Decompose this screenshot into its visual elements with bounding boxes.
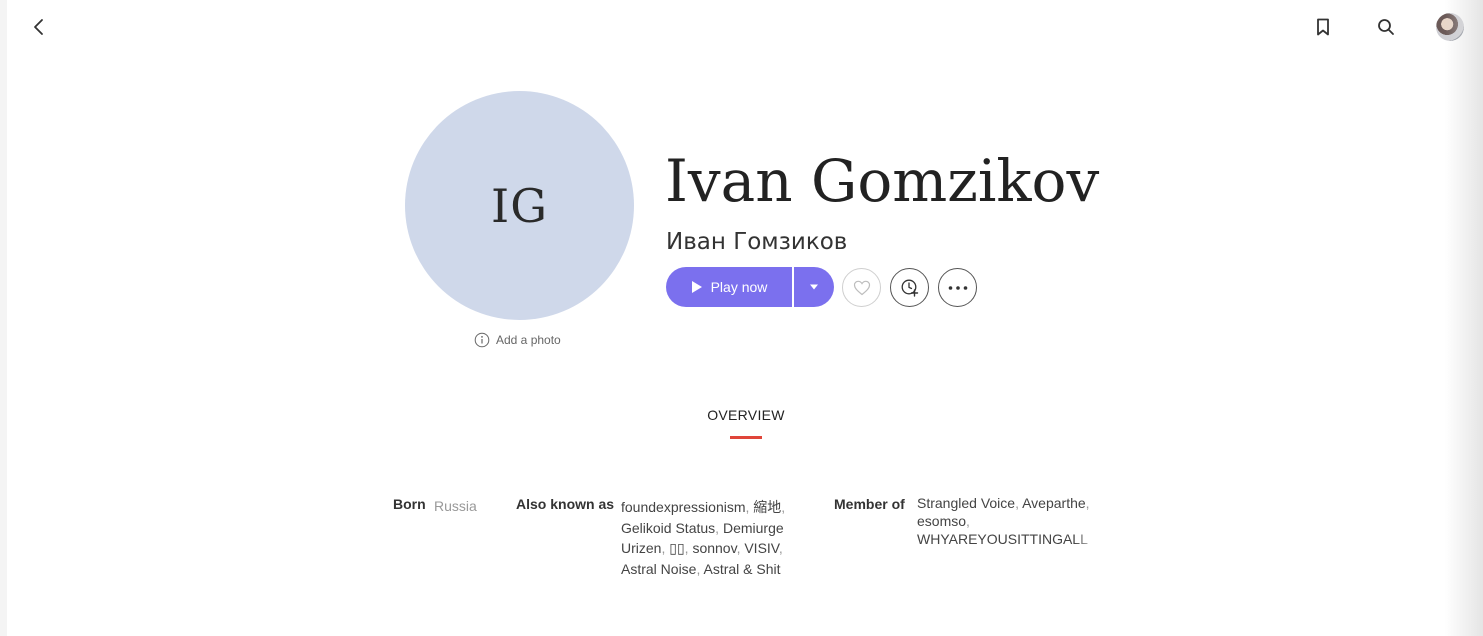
group-link[interactable]: WHYAREYOUSITTINGALL (917, 531, 1088, 547)
add-to-queue-button[interactable] (890, 268, 929, 307)
more-horizontal-icon (948, 285, 967, 290)
aka-link[interactable]: Gelikoid Status (621, 520, 715, 536)
search-icon (1378, 19, 1394, 35)
group-link[interactable]: Strangled Voice (917, 495, 1015, 511)
chevron-left-icon (34, 19, 43, 35)
text-fade-overlay (1074, 530, 1100, 550)
add-photo-label: Add a photo (496, 333, 561, 347)
back-button[interactable] (26, 14, 52, 40)
artist-avatar: IG (405, 91, 634, 320)
bookmark-icon (1317, 18, 1329, 36)
aka-link[interactable]: ▯▯ (669, 540, 684, 556)
tab-overview[interactable]: OVERVIEW (696, 407, 796, 441)
left-edge (0, 0, 7, 636)
bookmark-button[interactable] (1310, 14, 1336, 40)
aka-link[interactable]: Astral Noise (621, 561, 696, 577)
aka-link[interactable]: 縮地 (753, 499, 781, 515)
favorite-button[interactable] (842, 268, 881, 307)
play-now-button[interactable]: Play now (666, 267, 792, 307)
aka-link[interactable]: Astral & Shit (703, 561, 780, 577)
artist-initials: IG (491, 178, 548, 233)
member-of-values: Strangled Voice, Aveparthe, esomso, WHYA… (917, 495, 1090, 547)
aka-link[interactable]: sonnov (692, 540, 736, 556)
info-icon (474, 332, 490, 348)
aka-values: foundexpressionism, 縮地, Gelikoid Status,… (621, 499, 786, 577)
more-options-button[interactable] (938, 268, 977, 307)
aka-link[interactable]: VISIV (744, 540, 779, 556)
artist-page: IG Add a photo Ivan Gomzikov Иван Гомзик… (0, 0, 1483, 636)
born-label: Born (393, 496, 426, 512)
member-of-label: Member of (834, 496, 905, 512)
aka-link[interactable]: foundexpressionism (621, 499, 746, 515)
aka-label: Also known as (516, 496, 615, 512)
group-link[interactable]: esomso (917, 513, 966, 529)
born-value: Russia (434, 498, 477, 514)
play-icon (691, 281, 702, 293)
play-options-button[interactable] (794, 267, 834, 307)
tab-active-indicator (730, 436, 762, 439)
play-button-group: Play now (666, 267, 834, 307)
search-button[interactable] (1373, 14, 1399, 40)
right-edge-shadow (1445, 0, 1483, 636)
play-now-label: Play now (710, 279, 768, 295)
artist-name: Ivan Gomzikov (665, 147, 1100, 215)
add-photo-link[interactable]: Add a photo (474, 331, 561, 349)
group-link[interactable]: Aveparthe (1022, 495, 1086, 511)
clock-plus-icon (901, 279, 918, 297)
caret-down-icon (810, 284, 818, 290)
tab-overview-label: OVERVIEW (707, 407, 785, 423)
heart-icon (853, 280, 870, 295)
artist-alt-name: Иван Гомзиков (666, 229, 848, 255)
